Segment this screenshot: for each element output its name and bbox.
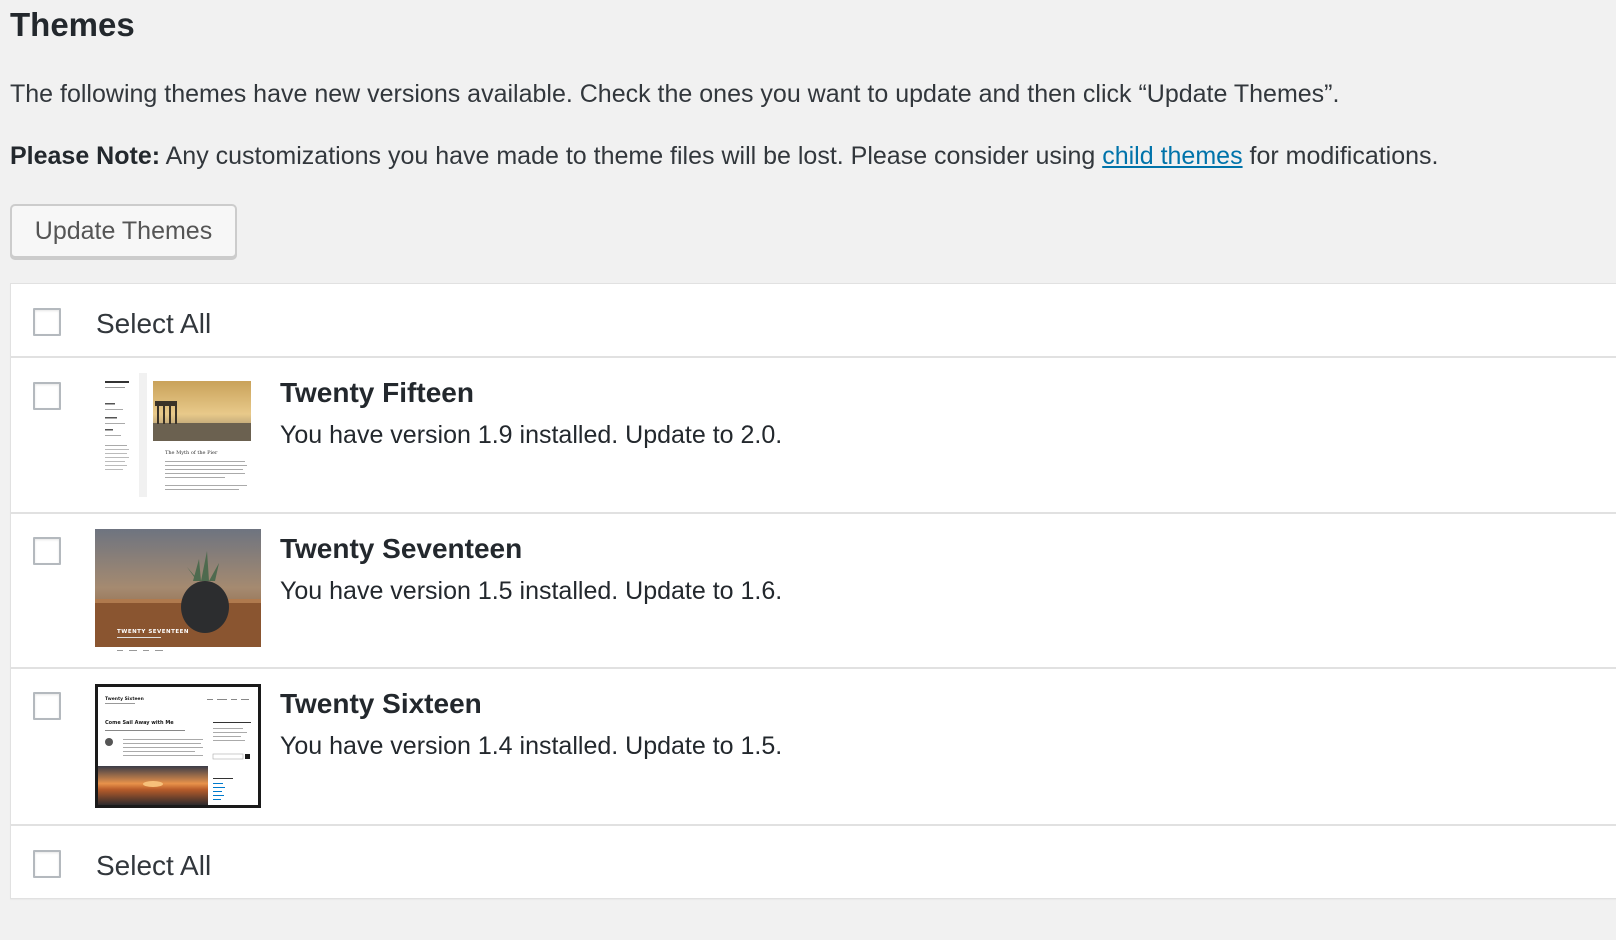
update-themes-button[interactable]: Update Themes	[10, 204, 237, 258]
select-all-label-bottom[interactable]: Select All	[96, 850, 211, 882]
theme-screenshot-twenty-sixteen: Twenty Sixteen Come Sail Away with Me	[95, 684, 261, 808]
theme-name-twenty-sixteen: Twenty Sixteen	[280, 688, 482, 719]
intro-text: The following themes have new versions a…	[10, 80, 1340, 108]
twenty-seventeen-screenshot-banner: TWENTY SEVENTEEN	[117, 629, 189, 635]
twenty-sixteen-screenshot-image: Twenty Sixteen Come Sail Away with Me	[95, 684, 261, 808]
theme-checkbox-twenty-fifteen[interactable]	[33, 382, 61, 410]
select-all-checkbox-top[interactable]	[33, 308, 61, 336]
theme-name-twenty-seventeen: Twenty Seventeen	[280, 533, 523, 564]
theme-version-twenty-seventeen: You have version 1.5 installed. Update t…	[280, 577, 783, 605]
twenty-seventeen-screenshot-image: TWENTY SEVENTEEN	[95, 529, 261, 653]
theme-screenshot-twenty-seventeen: TWENTY SEVENTEEN	[95, 529, 261, 653]
themes-update-table: Select All The Myth of the Pier Twenty F…	[10, 283, 1616, 899]
twenty-fifteen-screenshot-image: The Myth of the Pier	[95, 373, 261, 497]
theme-checkbox-twenty-seventeen[interactable]	[33, 537, 61, 565]
theme-row-twenty-fifteen: The Myth of the Pier Twenty Fifteen You …	[11, 358, 1616, 514]
twenty-sixteen-screenshot-post-title: Come Sail Away with Me	[105, 720, 174, 726]
page-title: Themes	[10, 6, 135, 43]
theme-version-twenty-fifteen: You have version 1.9 installed. Update t…	[280, 421, 783, 449]
note-text-before: Any customizations you have made to them…	[160, 142, 1103, 170]
theme-row-twenty-seventeen: TWENTY SEVENTEEN Twenty Seventeen You ha…	[11, 514, 1616, 669]
theme-name-twenty-fifteen: Twenty Fifteen	[280, 377, 474, 408]
theme-checkbox-twenty-sixteen[interactable]	[33, 692, 61, 720]
note-text: Please Note: Any customizations you have…	[10, 142, 1439, 171]
note-label: Please Note:	[10, 142, 161, 170]
twenty-sixteen-screenshot-site-title: Twenty Sixteen	[105, 696, 144, 702]
twenty-fifteen-screenshot-title: The Myth of the Pier	[165, 450, 218, 456]
child-themes-link[interactable]: child themes	[1102, 142, 1242, 170]
note-text-after: for modifications.	[1242, 142, 1439, 170]
select-all-checkbox-bottom[interactable]	[33, 850, 61, 878]
select-all-label-top[interactable]: Select All	[96, 308, 211, 340]
update-themes-screen: Themes The following themes have new ver…	[0, 0, 1616, 940]
select-all-row-bottom: Select All	[11, 826, 1616, 900]
theme-version-twenty-sixteen: You have version 1.4 installed. Update t…	[280, 732, 783, 760]
theme-screenshot-twenty-fifteen: The Myth of the Pier	[95, 373, 261, 497]
theme-row-twenty-sixteen: Twenty Sixteen Come Sail Away with Me Tw…	[11, 669, 1616, 826]
select-all-row-top: Select All	[11, 284, 1616, 358]
